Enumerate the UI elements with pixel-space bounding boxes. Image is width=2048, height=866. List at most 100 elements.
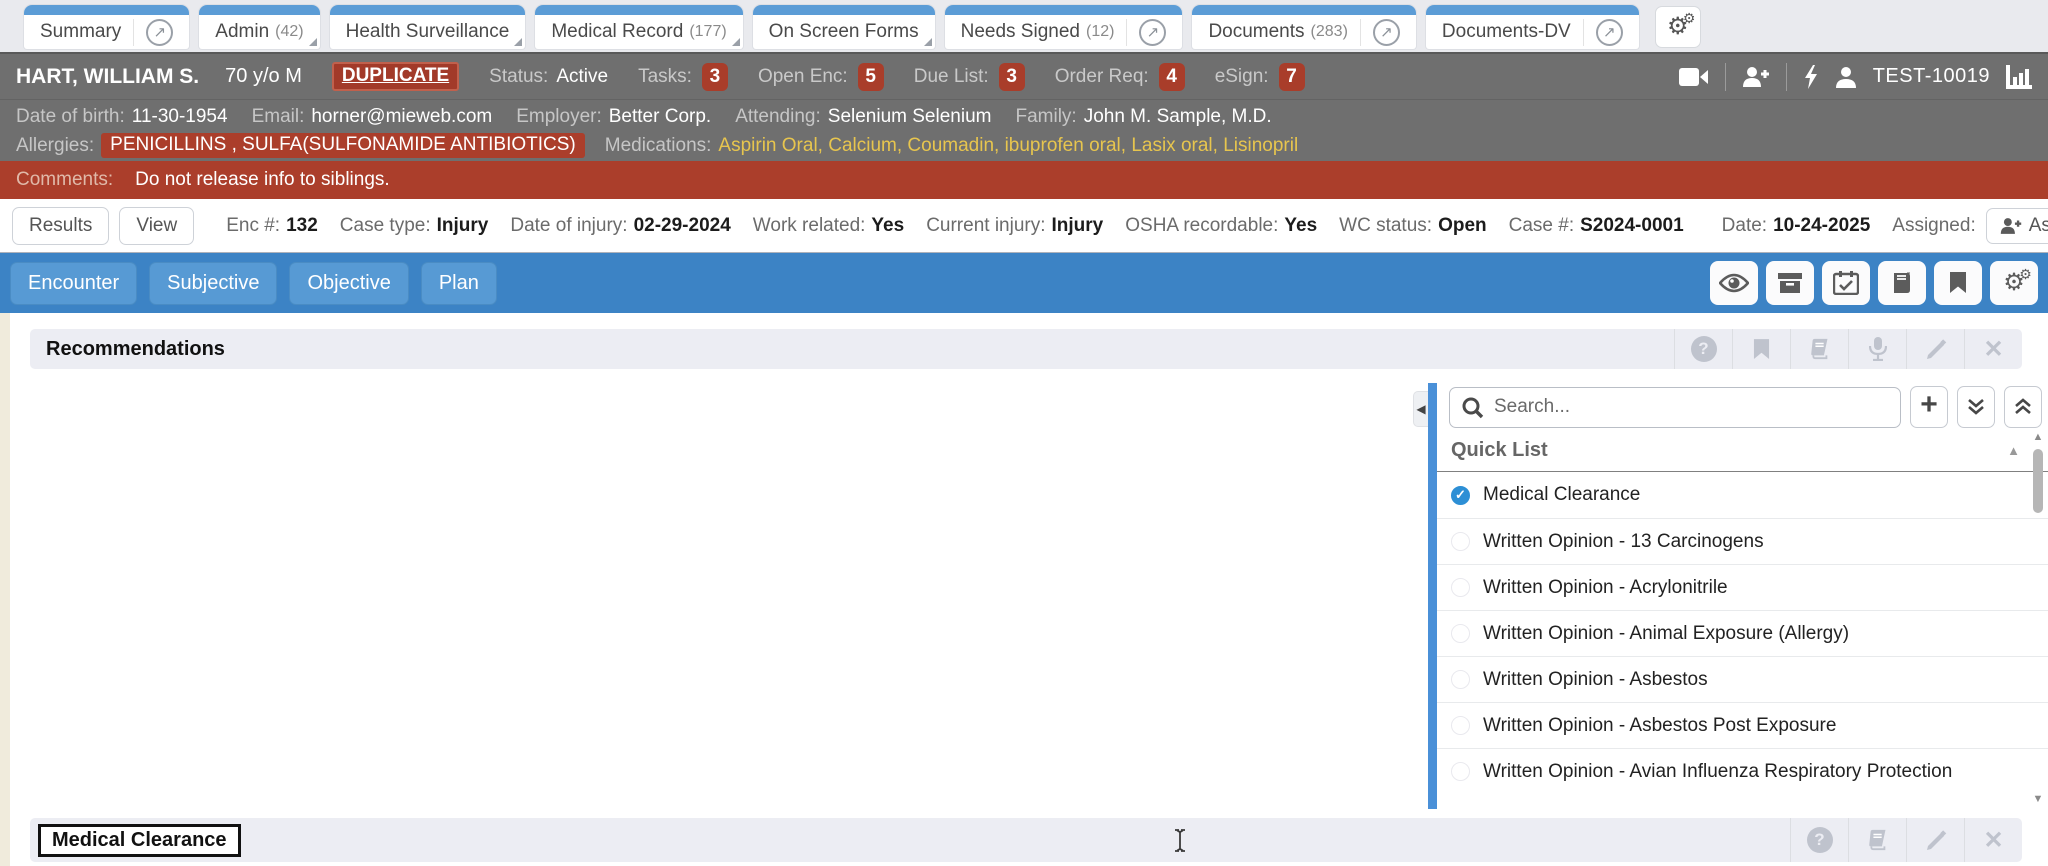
search-icon xyxy=(1461,396,1485,420)
tab-count: (283) xyxy=(1311,23,1348,41)
tab-count: (12) xyxy=(1086,23,1114,41)
quick-list-item[interactable]: Written Opinion - Asbestos xyxy=(1437,656,2048,702)
quick-list-item[interactable]: ✓ Medical Clearance xyxy=(1437,472,2048,518)
add-button[interactable]: + xyxy=(1910,386,1948,428)
plan-button[interactable]: Plan xyxy=(421,262,497,305)
assign-button-label: Assign xyxy=(2029,215,2048,237)
order-req-count-badge[interactable]: 4 xyxy=(1159,63,1185,91)
quick-list-item[interactable]: Written Opinion - Asbestos Post Exposure xyxy=(1437,702,2048,748)
patient-id: TEST-10019 xyxy=(1873,65,1990,88)
esign-label: eSign: xyxy=(1215,66,1269,88)
case-number-value: S2024-0001 xyxy=(1580,215,1684,236)
search-input[interactable] xyxy=(1449,387,1901,428)
tab-needs-signed[interactable]: Needs Signed (12) ↗ xyxy=(945,5,1183,49)
work-related-value: Yes xyxy=(871,215,904,236)
duplicate-badge[interactable]: DUPLICATE xyxy=(332,62,459,91)
expand-all-button[interactable] xyxy=(1957,386,1995,428)
tab-accent xyxy=(330,5,526,15)
osha-recordable-value: Yes xyxy=(1284,215,1317,236)
close-icon[interactable]: ✕ xyxy=(1964,818,2022,862)
close-icon[interactable]: ✕ xyxy=(1964,329,2022,369)
allergies-value[interactable]: PENICILLINS , SULFA(SULFONAMIDE ANTIBIOT… xyxy=(101,133,585,158)
item-radio-icon xyxy=(1451,670,1470,689)
encounter-button[interactable]: Encounter xyxy=(10,262,137,305)
tab-summary[interactable]: Summary ↗ xyxy=(24,5,189,49)
medications-value[interactable]: Aspirin Oral, Calcium, Coumadin, ibuprof… xyxy=(718,135,1298,157)
lightning-icon[interactable] xyxy=(1803,65,1819,89)
help-icon[interactable]: ? xyxy=(1790,818,1848,862)
video-call-icon[interactable] xyxy=(1679,67,1709,87)
person-icon[interactable] xyxy=(1835,66,1857,88)
quick-list-item[interactable]: Written Opinion - Animal Exposure (Aller… xyxy=(1437,610,2048,656)
bookmark-icon[interactable] xyxy=(1732,329,1790,369)
patient-age-sex: 70 y/o M xyxy=(225,65,302,88)
tab-label: Admin xyxy=(215,21,269,43)
scroll-down-arrow[interactable]: ▼ xyxy=(2030,793,2046,805)
book-button[interactable] xyxy=(1878,261,1926,305)
order-req-label: Order Req: xyxy=(1055,66,1149,88)
attending-label: Attending: xyxy=(735,106,821,128)
quick-list-item[interactable]: Written Opinion - Avian Influenza Respir… xyxy=(1437,748,2048,794)
tab-label: Health Surveillance xyxy=(346,21,510,43)
edit-pencil-icon[interactable] xyxy=(1906,818,1964,862)
objective-button[interactable]: Objective xyxy=(289,262,408,305)
archive-button[interactable] xyxy=(1766,261,1814,305)
book-icon[interactable] xyxy=(1790,329,1848,369)
wc-status-value: Open xyxy=(1438,215,1487,236)
calendar-check-button[interactable] xyxy=(1822,261,1870,305)
enc-number-label: Enc #: xyxy=(226,215,280,236)
open-new-window-icon[interactable]: ↗ xyxy=(1583,19,1623,46)
tab-documents[interactable]: Documents (283) ↗ xyxy=(1192,5,1415,49)
scroll-up-arrow[interactable]: ▲ xyxy=(2030,431,2046,443)
tab-admin[interactable]: Admin (42) xyxy=(199,5,319,49)
comments-label: Comments: xyxy=(16,169,113,191)
date-of-injury-label: Date of injury: xyxy=(510,215,627,236)
open-new-window-icon[interactable]: ↗ xyxy=(1126,19,1166,46)
quick-list-item[interactable]: Written Opinion - 13 Carcinogens xyxy=(1437,518,2048,564)
attending-value: Selenium Selenium xyxy=(828,106,992,128)
subjective-button[interactable]: Subjective xyxy=(149,262,277,305)
tasks-count-badge[interactable]: 3 xyxy=(702,63,728,91)
due-list-count-badge[interactable]: 3 xyxy=(999,63,1025,91)
bookmark-button[interactable] xyxy=(1934,261,1982,305)
open-new-window-icon[interactable]: ↗ xyxy=(1360,19,1400,46)
tab-label: Documents xyxy=(1208,21,1304,43)
chart-tab-bar: Summary ↗ Admin (42) Health Surveillance… xyxy=(0,0,2048,52)
quick-list-item[interactable]: Written Opinion - Acrylonitrile xyxy=(1437,564,2048,610)
collapse-all-button[interactable] xyxy=(2004,386,2042,428)
scroll-thumb[interactable] xyxy=(2033,449,2043,513)
microphone-icon[interactable] xyxy=(1848,329,1906,369)
settings-gears-button[interactable]: ⚙⚙ xyxy=(1990,261,2038,305)
enc-number-value: 132 xyxy=(286,215,318,236)
quick-list-scrollbar[interactable]: ▲ ▼ xyxy=(2030,431,2046,805)
chart-stats-icon[interactable] xyxy=(2006,65,2032,89)
edit-pencil-icon[interactable] xyxy=(1906,329,1964,369)
comments-value: Do not release info to siblings. xyxy=(135,169,390,191)
tab-on-screen-forms[interactable]: On Screen Forms xyxy=(753,5,935,49)
esign-count-badge[interactable]: 7 xyxy=(1279,63,1305,91)
tab-documents-dv[interactable]: Documents-DV ↗ xyxy=(1426,5,1639,49)
results-button[interactable]: Results xyxy=(12,207,109,245)
dropdown-corner-icon[interactable] xyxy=(514,38,522,46)
section-title-focused[interactable]: Medical Clearance xyxy=(38,824,241,857)
open-enc-count-badge[interactable]: 5 xyxy=(858,63,884,91)
dropdown-corner-icon[interactable] xyxy=(924,38,932,46)
medical-clearance-section-header: Medical Clearance ? ✕ xyxy=(30,818,2022,862)
book-icon[interactable] xyxy=(1848,818,1906,862)
tab-medical-record[interactable]: Medical Record (177) xyxy=(535,5,742,49)
add-person-icon[interactable] xyxy=(1742,66,1770,88)
tab-health-surveillance[interactable]: Health Surveillance xyxy=(330,5,526,49)
assign-button[interactable]: Assign xyxy=(1986,208,2048,244)
patient-name: HART, WILLIAM S. xyxy=(16,65,199,89)
open-new-window-icon[interactable]: ↗ xyxy=(133,19,173,46)
view-button[interactable]: View xyxy=(119,207,194,245)
allergies-label: Allergies: xyxy=(16,135,94,157)
collapse-panel-arrow[interactable]: ◀ xyxy=(1413,391,1428,427)
tab-accent xyxy=(753,5,935,15)
eye-preview-button[interactable] xyxy=(1710,261,1758,305)
dropdown-corner-icon[interactable] xyxy=(732,38,740,46)
help-icon[interactable]: ? xyxy=(1674,329,1732,369)
tab-accent xyxy=(1426,5,1639,15)
dropdown-corner-icon[interactable] xyxy=(309,38,317,46)
tab-settings-button[interactable]: ⚙⚙ xyxy=(1655,6,1701,48)
